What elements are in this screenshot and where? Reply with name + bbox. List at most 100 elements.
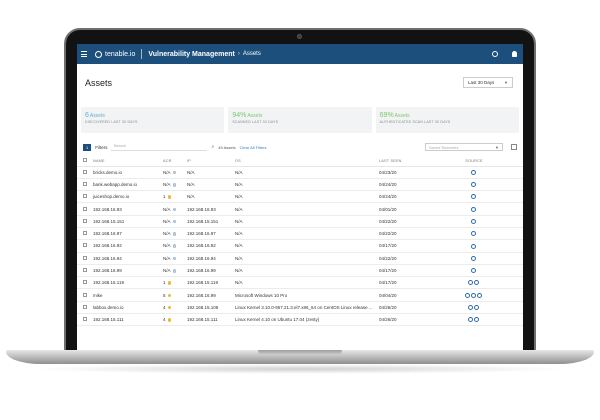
column-header-last-seen[interactable]: LAST SEEN <box>379 156 425 167</box>
row-checkbox[interactable] <box>83 218 87 223</box>
operating-system: N/A <box>235 252 379 265</box>
row-checkbox[interactable] <box>83 280 87 285</box>
filter-count-badge: 1 <box>83 143 92 151</box>
row-checkbox[interactable] <box>83 181 87 186</box>
ip-address: 192.168.16.99 <box>187 288 235 302</box>
acr-value: N/A <box>163 206 171 212</box>
table-row[interactable]: bricks.demo.io N/A N/A N/A 04/23/20 <box>77 166 523 179</box>
row-checkbox[interactable] <box>83 169 87 174</box>
row-checkbox[interactable] <box>83 292 87 297</box>
help-icon[interactable] <box>492 51 498 57</box>
filters-button[interactable]: Filters <box>95 145 107 150</box>
asset-name[interactable]: 192.168.16.94 <box>93 252 163 265</box>
asset-name[interactable]: 192.168.16.93 <box>93 202 163 216</box>
asset-name[interactable]: mike <box>93 288 163 302</box>
table-row[interactable]: mike 5 192.168.16.99 Microsoft Windows 10 P… <box>77 288 523 302</box>
table-row[interactable]: 192.168.16.94 N/A 192.168.16.94 N/A 04/22/20 <box>77 252 523 265</box>
brand-name: tenable.io <box>105 50 136 58</box>
summary-card[interactable]: 6Assets DISCOVERED LAST 30 DAYS <box>81 107 225 133</box>
column-header-ip[interactable]: IP <box>187 156 235 167</box>
saved-searches-select[interactable]: Saved Searches ▼ <box>425 143 503 151</box>
last-seen: 04/24/20 <box>379 178 425 192</box>
row-checkbox[interactable] <box>83 255 87 260</box>
brand-logo[interactable]: tenable.io <box>95 50 136 58</box>
table-row[interactable]: 192.168.15.119 1 192.168.15.119 N/A 04/17/20 <box>77 276 523 290</box>
source-cell <box>425 227 523 241</box>
asset-name[interactable]: 192.168.15.111 <box>93 313 163 327</box>
asset-name[interactable]: bank.webapp.demo.io <box>93 178 163 192</box>
table-row[interactable]: bank.webapp.demo.io N/A N/A N/A 04/24/20 <box>77 178 523 192</box>
row-checkbox[interactable] <box>83 243 87 248</box>
card-value: 6Assets <box>85 112 105 119</box>
last-seen: 04/17/20 <box>379 264 425 278</box>
table-header-row: NAME ACR IP OS LAST SEEN SOURCE <box>77 156 523 167</box>
user-icon[interactable] <box>512 51 517 57</box>
summary-card[interactable]: 94%Assets SCANNED LAST 30 DAYS <box>228 107 372 133</box>
table-row[interactable]: 192.168.16.99 N/A 192.168.16.99 N/A 04/17/20 <box>77 264 523 278</box>
row-checkbox[interactable] <box>83 304 87 309</box>
table-row[interactable]: 192.168.16.92 N/A 192.168.16.92 N/A 04/17/20 <box>77 239 523 253</box>
table-row[interactable]: 192.168.16.97 N/A 192.168.16.97 N/A 04/22/20 <box>77 227 523 241</box>
asset-name[interactable]: 192.168.15.119 <box>93 276 163 290</box>
breadcrumb[interactable]: Assets <box>243 51 261 57</box>
row-checkbox[interactable] <box>83 268 87 273</box>
acr-cell: 4 <box>163 313 187 327</box>
saved-searches-placeholder: Saved Searches <box>429 144 459 150</box>
row-checkbox[interactable] <box>83 231 87 236</box>
operating-system: Microsoft Windows 10 Pro <box>235 288 379 302</box>
acr-info-icon <box>172 269 177 273</box>
table-row[interactable]: 192.168.16.93 N/A 192.168.16.93 N/A 04/01/20 <box>77 202 523 216</box>
acr-cell: N/A <box>163 178 187 192</box>
asset-name[interactable]: bricks.demo.io <box>93 166 163 179</box>
asset-name[interactable]: 192.168.16.97 <box>93 227 163 241</box>
asset-name[interactable]: juiceshop.demo.io <box>93 190 163 204</box>
search-icon[interactable]: ⌕ <box>211 144 214 150</box>
acr-value: N/A <box>163 231 171 237</box>
table-settings-icon[interactable] <box>511 144 517 150</box>
acr-cell: 5 <box>163 288 187 302</box>
source-cell <box>425 166 523 179</box>
last-seen: 04/22/20 <box>379 227 425 241</box>
table-row[interactable]: labbox.demo.io 4 192.168.15.108 Linux Kerne… <box>77 301 523 315</box>
last-seen: 04/17/20 <box>379 239 425 253</box>
row-select-cell <box>77 252 93 265</box>
column-header-source[interactable]: SOURCE <box>425 156 523 167</box>
source-scanner-icon <box>468 305 473 311</box>
row-checkbox[interactable] <box>83 206 87 211</box>
date-range-value: Last 30 Days <box>468 80 495 85</box>
last-seen: 04/22/20 <box>379 252 425 265</box>
acr-value: 1 <box>163 280 166 286</box>
divider <box>141 49 143 59</box>
operating-system: N/A <box>235 178 379 192</box>
row-checkbox[interactable] <box>83 317 87 322</box>
asset-name[interactable]: 192.168.16.99 <box>93 264 163 278</box>
laptop-screen: tenable.io Vulnerability Management › As… <box>77 44 523 351</box>
card-label: AUTHENTICATED SCAN LAST 30 DAYS <box>379 120 451 124</box>
select-all-header[interactable] <box>77 156 93 167</box>
row-checkbox[interactable] <box>83 194 87 199</box>
table-row[interactable]: 192.168.15.151 N/A 192.168.15.151 N/A 04/22/… <box>77 215 523 228</box>
hamburger-menu-icon[interactable] <box>77 44 91 64</box>
row-select-cell <box>77 202 93 216</box>
table-row[interactable]: juiceshop.demo.io 1 N/A N/A 04/24/20 <box>77 190 523 204</box>
acr-warning-icon <box>167 318 172 322</box>
column-header-os[interactable]: OS <box>235 156 379 167</box>
search-input[interactable]: Search <box>111 143 208 151</box>
column-header-name[interactable]: NAME <box>93 156 163 167</box>
column-header-acr[interactable]: ACR <box>163 156 187 167</box>
date-range-select[interactable]: Last 30 Days ▼ <box>463 77 513 88</box>
card-label: SCANNED LAST 30 DAYS <box>232 120 279 124</box>
source-cell <box>425 252 523 265</box>
ip-address: 192.168.15.111 <box>187 313 235 327</box>
ip-address: N/A <box>187 190 235 204</box>
asset-name[interactable]: 192.168.15.151 <box>93 215 163 228</box>
source-scanner-icon <box>477 292 482 298</box>
summary-card[interactable]: 69%Assets AUTHENTICATED SCAN LAST 30 DAY… <box>375 107 519 133</box>
acr-cell: N/A <box>163 252 187 265</box>
asset-name[interactable]: 192.168.16.92 <box>93 239 163 253</box>
table-row[interactable]: 192.168.15.111 4 192.168.15.111 Linux Kerne… <box>77 313 523 327</box>
asset-name[interactable]: labbox.demo.io <box>93 301 163 315</box>
select-all-checkbox[interactable] <box>83 158 87 163</box>
clear-all-filters-link[interactable]: Clear All Filters <box>240 145 267 150</box>
acr-value: 5 <box>163 292 166 298</box>
